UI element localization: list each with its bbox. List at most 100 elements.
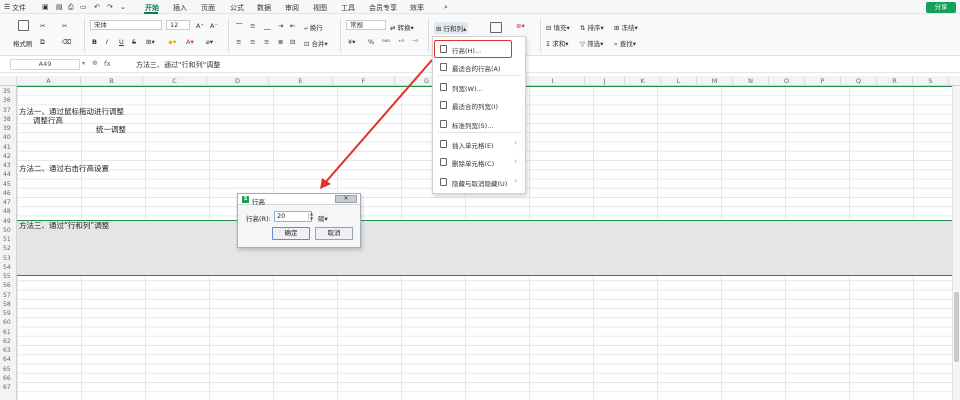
- find-button[interactable]: ⌕ 查找▾: [614, 38, 636, 49]
- save-icon[interactable]: ▣: [42, 3, 49, 11]
- column-header-f[interactable]: F: [333, 76, 395, 86]
- spinner-icon[interactable]: ▲ ▼: [308, 211, 314, 222]
- row-header-49[interactable]: 49: [0, 218, 17, 225]
- align-right-icon[interactable]: ≡: [264, 38, 269, 46]
- tab-view[interactable]: 视图: [313, 3, 327, 13]
- vertical-scrollbar[interactable]: [952, 86, 960, 400]
- cell-b38[interactable]: 统一调整: [96, 124, 126, 135]
- format-painter-button[interactable]: 格式刷: [13, 38, 33, 48]
- row-header-56[interactable]: 56: [0, 282, 17, 289]
- function-icon[interactable]: fx: [104, 60, 111, 68]
- italic-button[interactable]: I: [106, 38, 108, 46]
- font-shrink-icon[interactable]: A⁻: [210, 22, 218, 30]
- select-all-corner[interactable]: [0, 76, 17, 86]
- fill-button[interactable]: ⊟ 填充▾: [546, 22, 570, 32]
- row-header-43[interactable]: 43: [0, 162, 17, 169]
- row-header-39[interactable]: 39: [0, 125, 17, 132]
- merge-button[interactable]: ⊡ 合并▾: [304, 38, 328, 48]
- column-header-r[interactable]: R: [877, 76, 913, 86]
- row-header-38[interactable]: 38: [0, 116, 17, 123]
- bold-button[interactable]: B: [92, 38, 97, 46]
- number-format-select[interactable]: 常规: [346, 20, 386, 30]
- tab-tools[interactable]: 工具: [341, 3, 355, 13]
- column-header-b[interactable]: B: [81, 76, 143, 86]
- menu-item-delete-cell[interactable]: 删除单元格(C) ›: [433, 153, 525, 171]
- paste-icon[interactable]: [18, 20, 29, 31]
- ok-button[interactable]: 确定: [272, 227, 310, 240]
- row-header-51[interactable]: 51: [0, 236, 17, 243]
- row-header-37[interactable]: 37: [0, 107, 17, 114]
- menu-item-autofit-row[interactable]: 最适合的行高(A): [433, 58, 525, 76]
- tab-member[interactable]: 会员专享: [369, 3, 397, 13]
- undo-icon[interactable]: ↶: [94, 3, 100, 11]
- row-header-59[interactable]: 59: [0, 310, 17, 317]
- column-header-i[interactable]: I: [521, 76, 585, 86]
- search-icon[interactable]: ⌕: [444, 3, 448, 12]
- tab-efficiency[interactable]: 效率: [410, 3, 424, 13]
- cut-icon[interactable]: ✂: [40, 22, 45, 30]
- row-header-61[interactable]: 61: [0, 329, 17, 336]
- formula-input[interactable]: 方法三、通过“行和列”调整: [136, 60, 220, 70]
- convert-button[interactable]: ⇄ 转换▾: [390, 22, 414, 32]
- row-header-50[interactable]: 50: [0, 227, 17, 234]
- increase-decimal-icon[interactable]: ⁺⁰: [398, 38, 404, 46]
- column-header-p[interactable]: P: [805, 76, 841, 86]
- font-size-select[interactable]: 12: [166, 20, 190, 30]
- conditional-format-icon[interactable]: ⊛▾: [516, 22, 525, 30]
- filter-button[interactable]: ▽ 筛选▾: [580, 38, 603, 48]
- row-col-button[interactable]: ⊞ 行和列▴: [434, 22, 469, 34]
- eraser-icon[interactable]: ⌀▾: [206, 38, 213, 46]
- row-header-66[interactable]: 66: [0, 375, 17, 382]
- column-header-j[interactable]: J: [585, 76, 625, 86]
- redo-icon[interactable]: ↷: [107, 3, 113, 11]
- cell-a37[interactable]: 调整行高: [33, 115, 63, 126]
- namebox-dropdown-icon[interactable]: ▾: [82, 60, 85, 67]
- print-preview-icon[interactable]: ▭: [80, 3, 87, 11]
- row-header-46[interactable]: 46: [0, 190, 17, 197]
- font-grow-icon[interactable]: A⁺: [196, 22, 204, 30]
- cell-reference-box[interactable]: A49: [10, 59, 80, 70]
- column-header-e[interactable]: E: [269, 76, 333, 86]
- row-header-55[interactable]: 55: [0, 273, 17, 280]
- align-left-icon[interactable]: ≡: [236, 38, 241, 46]
- font-color-icon[interactable]: A▾: [186, 38, 194, 46]
- row-header-67[interactable]: 67: [0, 384, 17, 391]
- underline-button[interactable]: U: [119, 38, 124, 46]
- file-menu[interactable]: 文件: [12, 3, 26, 13]
- hamburger-icon[interactable]: ☰: [4, 3, 10, 11]
- sum-button[interactable]: Σ 求和▾: [546, 38, 568, 48]
- cancel-button[interactable]: 取消: [315, 227, 353, 240]
- tab-page[interactable]: 页面: [201, 3, 215, 13]
- menu-item-standard-width[interactable]: 标准列宽(S)...: [433, 115, 525, 133]
- row-header-53[interactable]: 53: [0, 255, 17, 262]
- row-header-60[interactable]: 60: [0, 319, 17, 326]
- border-icon[interactable]: ⊞▾: [146, 38, 155, 46]
- row-header-64[interactable]: 64: [0, 356, 17, 363]
- copy-icon[interactable]: ⧉: [40, 38, 45, 47]
- row-header-47[interactable]: 47: [0, 199, 17, 206]
- decrease-decimal-icon[interactable]: ⁻⁰: [412, 38, 418, 46]
- export-pdf-icon[interactable]: ▤: [56, 3, 63, 11]
- row-header-58[interactable]: 58: [0, 301, 17, 308]
- row-header-52[interactable]: 52: [0, 245, 17, 252]
- row-header-62[interactable]: 62: [0, 338, 17, 345]
- align-bottom-icon[interactable]: ⎽: [264, 22, 271, 31]
- column-header-o[interactable]: O: [769, 76, 805, 86]
- tab-formula[interactable]: 公式: [230, 3, 244, 13]
- row-header-41[interactable]: 41: [0, 144, 17, 151]
- cell-a49[interactable]: 方法三、通过“行和列”调整: [19, 220, 109, 231]
- row-header-40[interactable]: 40: [0, 134, 17, 141]
- close-button[interactable]: ✕: [335, 195, 357, 203]
- row-header-45[interactable]: 45: [0, 181, 17, 188]
- row-height-input[interactable]: 20: [274, 211, 312, 222]
- column-header-m[interactable]: M: [697, 76, 733, 86]
- column-header-l[interactable]: L: [661, 76, 697, 86]
- unit-select[interactable]: 磅▾: [318, 213, 328, 223]
- percent-icon[interactable]: %: [368, 38, 374, 46]
- row-header-44[interactable]: 44: [0, 171, 17, 178]
- align-middle-icon[interactable]: ≡: [250, 22, 255, 30]
- row-header-57[interactable]: 57: [0, 292, 17, 299]
- clear-format-icon[interactable]: ⌫: [62, 38, 71, 46]
- column-header-n[interactable]: N: [733, 76, 769, 86]
- cell-a41[interactable]: 方法二、通过右击行高设置: [19, 163, 109, 174]
